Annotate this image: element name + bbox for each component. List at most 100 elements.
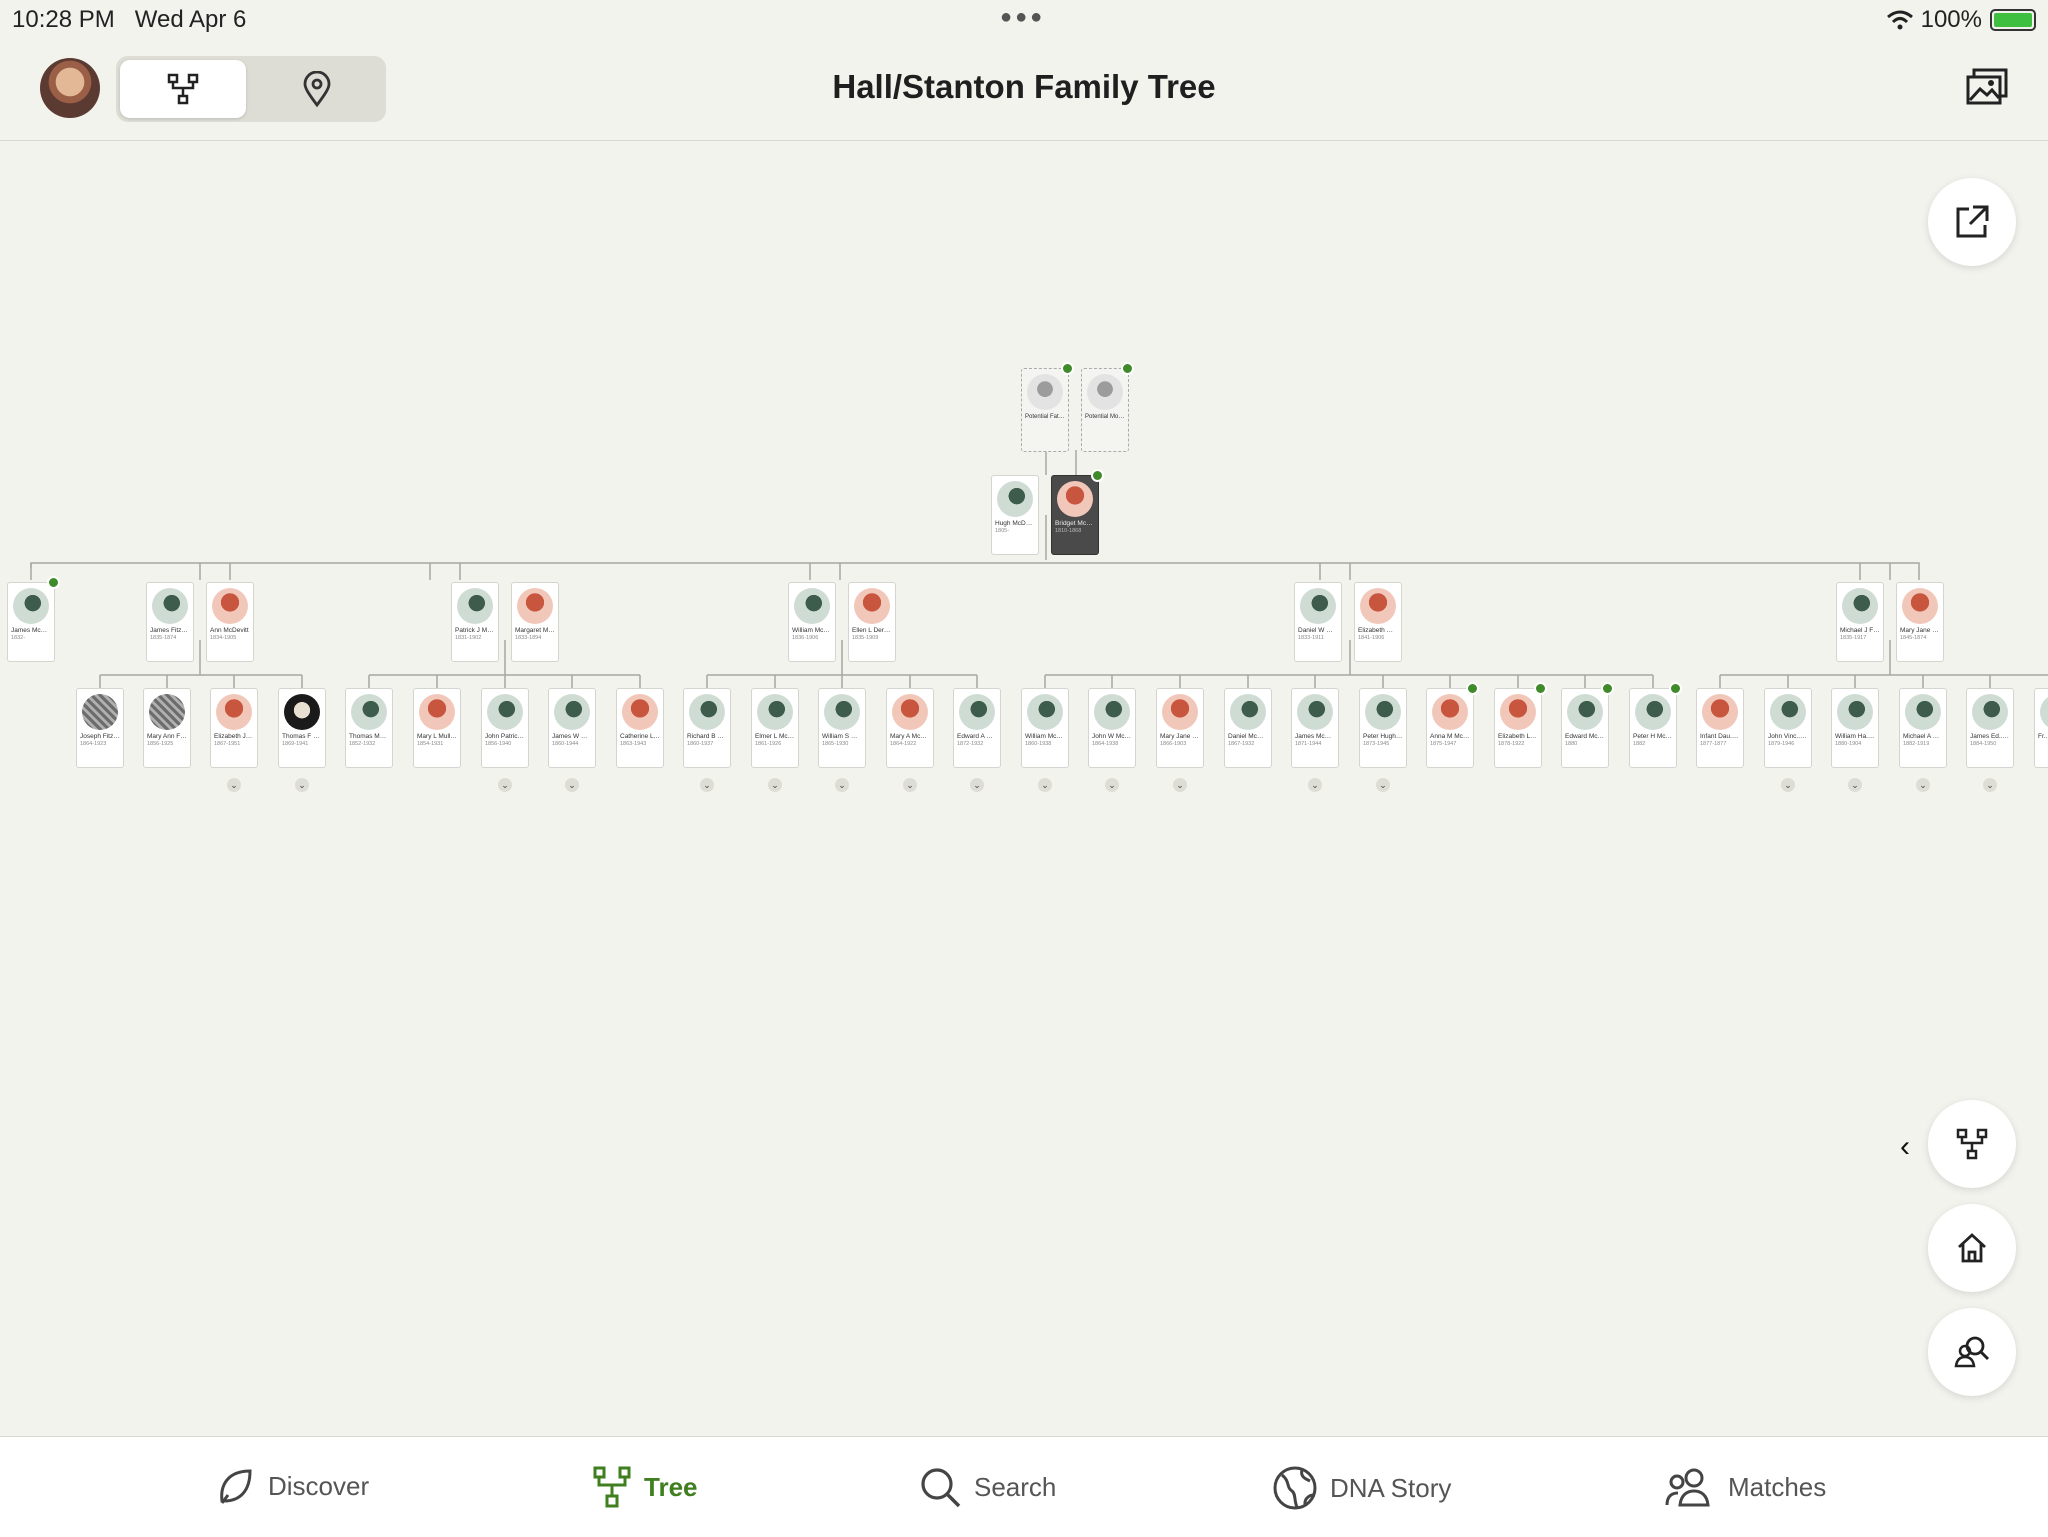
grandchild-card[interactable]: James McWilliams1871-1944 [1291, 688, 1339, 768]
grandchild-card[interactable]: Mary L Mullady 1854-1931 [413, 688, 461, 768]
grandchild-card[interactable]: Thomas F Fitzsimmo...1869-1941 [278, 688, 326, 768]
nav-discover[interactable]: Discover [214, 1465, 369, 1507]
expand-descendants-button[interactable]: ⌄ [565, 778, 579, 792]
child-card[interactable]: Daniel W McWilliams1833-1911 [1294, 582, 1342, 662]
grandchild-card[interactable]: Mary A McDevitt 1864-1922 [886, 688, 934, 768]
potential-parent-card[interactable]: Potential Mother [1081, 368, 1129, 452]
grandchild-card[interactable]: Elizabeth J Fitzsimmo...1867-1951 [210, 688, 258, 768]
person-photo [13, 588, 49, 624]
gallery-icon [1966, 68, 2008, 105]
grandchild-card[interactable]: Mary Ann Fitzsimmo...1856-1925 [143, 688, 191, 768]
child-card[interactable]: James Fitzsimmo...1835-1874 [146, 582, 194, 662]
grandchild-card[interactable]: Mary Jane McWilliams1866-1903 [1156, 688, 1204, 768]
grandchild-card[interactable]: Elizabeth L McWilliams1878-1922 [1494, 688, 1542, 768]
grandchild-card[interactable]: Peter Hugh McWilliams1873-1945 [1359, 688, 1407, 768]
person-photo [457, 588, 493, 624]
expand-descendants-button[interactable]: ⌄ [700, 778, 714, 792]
nav-search[interactable]: Search [918, 1465, 1056, 1509]
child-card[interactable]: James McDevitt 1832- [7, 582, 55, 662]
grandchild-card[interactable]: Richard B McDevitt1860-1937 [683, 688, 731, 768]
grandchild-card[interactable]: William McWilliams1860-1938 [1021, 688, 1069, 768]
grandchild-card[interactable]: Elmer L McDevitt1861-1926 [751, 688, 799, 768]
expand-descendants-button[interactable]: ⌄ [1376, 778, 1390, 792]
nav-matches-label: Matches [1728, 1471, 1827, 1502]
person-years: 1879-1946 [1768, 741, 1795, 747]
expand-descendants-button[interactable]: ⌄ [1105, 778, 1119, 792]
hint-leaf-icon[interactable] [1601, 682, 1614, 695]
child-card[interactable]: Margaret McDevitt1833-1894 [511, 582, 559, 662]
find-person-button[interactable] [1928, 1308, 2016, 1396]
grandchild-card[interactable]: Infant Dau... Fleming1877-1877 [1696, 688, 1744, 768]
expand-descendants-button[interactable]: ⌄ [1848, 778, 1862, 792]
hint-leaf-icon[interactable] [1534, 682, 1547, 695]
expand-descendants-button[interactable]: ⌄ [903, 778, 917, 792]
grandchild-card[interactable]: Edward A McDevitt1872-1932 [953, 688, 1001, 768]
expand-descendants-button[interactable]: ⌄ [498, 778, 512, 792]
child-card[interactable]: Mary Jane McDevitt1845-1874 [1896, 582, 1944, 662]
grandchild-card[interactable]: Joseph Fitzsimmo...1864-1923 [76, 688, 124, 768]
grandchild-card[interactable]: Thomas Mullady 1852-1932 [345, 688, 393, 768]
child-card[interactable]: Ann McDevitt 1834-1905 [206, 582, 254, 662]
expand-descendants-button[interactable]: ⌄ [1781, 778, 1795, 792]
hint-leaf-icon[interactable] [47, 576, 60, 589]
hint-leaf-icon[interactable] [1466, 682, 1479, 695]
expand-descendants-button[interactable]: ⌄ [768, 778, 782, 792]
grandchild-card[interactable]: John Vinc... Fleming1879-1946 [1764, 688, 1812, 768]
person-photo [1500, 694, 1536, 730]
grandchild-card[interactable]: William Ha... Fleming1880-1904 [1831, 688, 1879, 768]
person-name: Elmer L McDevitt [755, 733, 798, 740]
expand-descendants-button[interactable]: ⌄ [970, 778, 984, 792]
grandchild-card[interactable]: John W McWilliam...1864-1938 [1088, 688, 1136, 768]
expand-descendants-button[interactable]: ⌄ [1038, 778, 1052, 792]
person-photo [1567, 694, 1603, 730]
grandchild-card[interactable]: Fr... Fle... [2034, 688, 2048, 768]
expand-descendants-button[interactable]: ⌄ [1173, 778, 1187, 792]
grandchild-card[interactable]: Michael A Fleming1882-1919 [1899, 688, 1947, 768]
multitask-dots[interactable]: ●●● [1000, 6, 1045, 29]
focus-person-card[interactable]: Bridget McDevitt 1810-1868 [1051, 475, 1099, 555]
person-card[interactable]: Hugh McDevitt 1805- [991, 475, 1039, 555]
hint-leaf-icon[interactable] [1091, 469, 1104, 482]
person-name: Peter H McWilliams [1633, 733, 1676, 740]
grandchild-card[interactable]: Anna M McWilliams1875-1947 [1426, 688, 1474, 768]
child-card[interactable]: Ellen L Derrick 1835-1909 [848, 582, 896, 662]
expand-descendants-button[interactable]: ⌄ [227, 778, 241, 792]
expand-descendants-button[interactable]: ⌄ [1308, 778, 1322, 792]
grandchild-card[interactable]: Edward McWilliams1880 [1561, 688, 1609, 768]
person-name: Catherine L Mullady [620, 733, 663, 740]
home-person-button[interactable] [1928, 1204, 2016, 1292]
grandchild-card[interactable]: Catherine L Mullady1863-1943 [616, 688, 664, 768]
potential-parent-card[interactable]: Potential Father [1021, 368, 1069, 452]
child-card[interactable]: Michael J Fleming1835-1917 [1836, 582, 1884, 662]
expand-descendants-button[interactable]: ⌄ [1983, 778, 1997, 792]
person-name: John W McWilliam... [1092, 733, 1135, 740]
person-years: 1864-1922 [890, 741, 917, 747]
person-name: John Patrick Mullady Sr [485, 733, 528, 740]
expand-descendants-button[interactable]: ⌄ [1916, 778, 1930, 792]
person-name: Ann McDevitt [210, 627, 249, 634]
expand-descendants-button[interactable]: ⌄ [835, 778, 849, 792]
person-name: Margaret McDevitt [515, 627, 558, 634]
hint-leaf-icon[interactable] [1121, 362, 1134, 375]
collapse-tools-chevron[interactable]: ‹ [1900, 1130, 1910, 1164]
person-photo [1057, 481, 1093, 517]
grandchild-card[interactable]: James Ed... Fleming1884-1950 [1966, 688, 2014, 768]
expand-descendants-button[interactable]: ⌄ [295, 778, 309, 792]
nav-dna-story[interactable]: DNA Story [1272, 1465, 1451, 1511]
grandchild-card[interactable]: Peter H McWilliams1882 [1629, 688, 1677, 768]
tree-layout-button[interactable] [1928, 1100, 2016, 1188]
child-card[interactable]: William McDevitt1836-1906 [788, 582, 836, 662]
gallery-button[interactable] [1966, 68, 2008, 111]
nav-matches[interactable]: Matches [1664, 1465, 1826, 1509]
grandchild-card[interactable]: James W Mullady1860-1944 [548, 688, 596, 768]
hint-leaf-icon[interactable] [1061, 362, 1074, 375]
person-photo [554, 694, 590, 730]
grandchild-card[interactable]: John Patrick Mullady Sr1856-1940 [481, 688, 529, 768]
person-years: 1835-1909 [852, 635, 879, 641]
nav-tree[interactable]: Tree [592, 1465, 698, 1509]
child-card[interactable]: Patrick J Mullady1831-1902 [451, 582, 499, 662]
child-card[interactable]: Elizabeth M McDevitt1841-1906 [1354, 582, 1402, 662]
hint-leaf-icon[interactable] [1669, 682, 1682, 695]
grandchild-card[interactable]: William S McDevitt1865-1930 [818, 688, 866, 768]
grandchild-card[interactable]: Daniel McWilliams1867-1932 [1224, 688, 1272, 768]
